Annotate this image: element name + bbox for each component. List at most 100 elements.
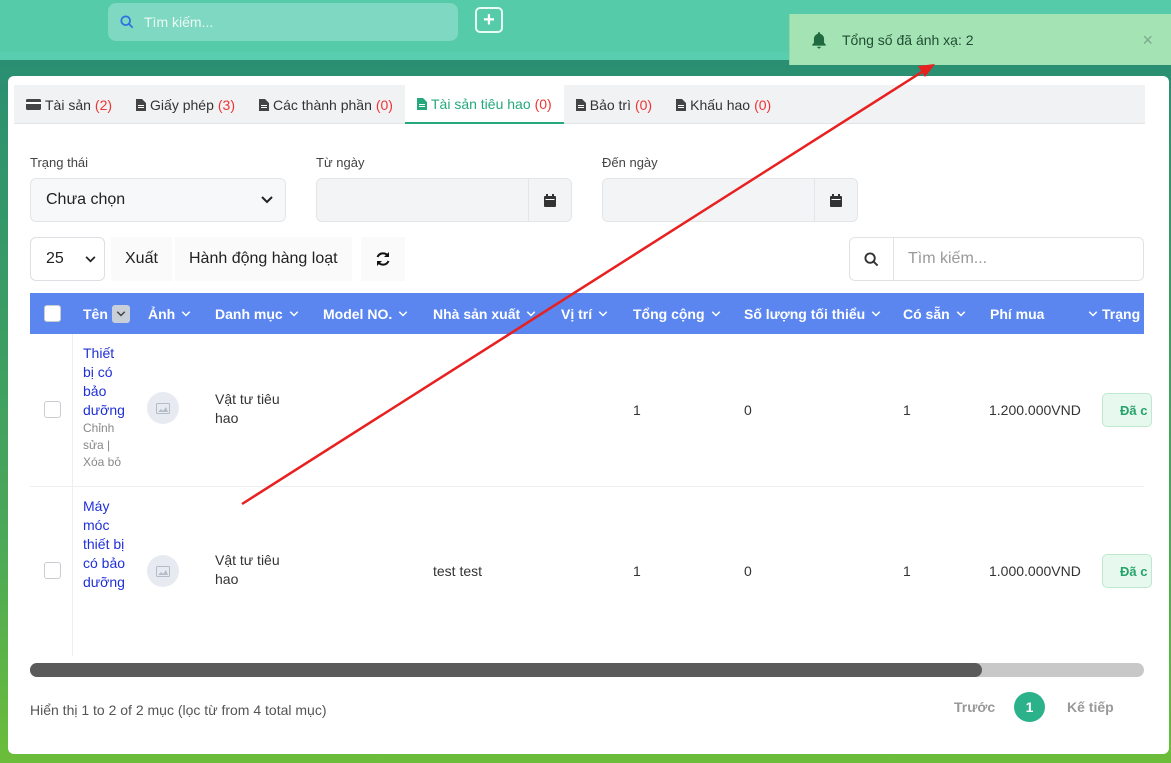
column-header-name[interactable]: Tên [83,293,130,334]
column-header-image[interactable]: Ảnh [148,293,191,334]
category-cell: Vật tư tiêu hao [215,390,280,428]
item-thumbnail [147,555,179,587]
table-search-placeholder: Tìm kiếm... [908,250,988,267]
tab-label: Khấu hao [690,96,751,113]
name-line: bảo [83,383,107,399]
notification-toast: Tổng số đã ánh xạ: 2 × [789,14,1171,65]
chevron-down-icon [181,310,191,317]
from-date-picker-button[interactable] [528,179,571,221]
to-date-picker-button[interactable] [814,179,857,221]
chevron-down-icon [871,310,881,317]
bulk-actions-button[interactable]: Hành động hàng loạt [175,237,352,281]
checkbox-box [44,562,61,579]
status-filter-select[interactable]: Chưa chọn [30,178,286,222]
column-header-total[interactable]: Tổng cộng [633,293,721,334]
toast-message: Tổng số đã ánh xạ: 2 [842,31,974,48]
row-checkbox[interactable] [44,562,61,579]
global-search-input[interactable]: Tìm kiếm... [108,3,458,41]
name-line: dưỡng [83,402,125,418]
column-label: Vị trí [561,305,593,322]
column-label: Danh mục [215,305,283,322]
column-label: Phí mua [990,305,1045,322]
table-search-button[interactable] [850,238,894,280]
column-header-category[interactable]: Danh mục [215,293,299,334]
status-badge[interactable]: Đã c [1102,393,1152,427]
item-thumbnail [147,392,179,424]
chevron-down-icon [956,310,965,317]
available-cell: 1 [903,563,911,579]
category-cell: Vật tư tiêu hao [215,551,280,589]
tab-consumables[interactable]: Tài sản tiêu hao (0) [404,85,564,124]
toast-close-button[interactable]: × [1142,30,1153,51]
item-name-link[interactable]: Thiết bị có bảo dưỡng [83,344,135,420]
select-all-checkbox[interactable] [44,293,61,334]
to-date-input[interactable] [602,178,858,222]
cost-cell: 1.000.000VND [989,563,1081,579]
prev-page-button[interactable]: Trước [954,692,995,722]
chevron-down-icon [116,310,126,317]
manufacturer-cell: test test [433,563,483,579]
export-button[interactable]: Xuất [111,237,172,281]
column-header-min-qty[interactable]: Số lượng tối thiểu [744,293,881,334]
edit-link[interactable]: Chỉnh [83,420,135,437]
item-name-link[interactable]: Máy móc thiết bị có bảo dưỡng [83,497,135,592]
sort-toggle[interactable] [111,304,130,323]
column-header-model[interactable]: Model NO. [323,293,408,334]
column-header-status[interactable]: Trạng [1102,293,1140,334]
calendar-icon [544,193,556,207]
tab-count: (0) [375,96,393,113]
tab-count: (3) [217,96,235,113]
status-filter-value: Chưa chọn [46,191,126,208]
name-line: Máy [83,498,110,514]
main-card: Tài sản (2) Giấy phép (3) Các thành phần (0… [8,76,1169,754]
next-page-button[interactable]: Kế tiếp [1067,692,1114,722]
column-label: Tổng cộng [633,305,705,322]
refresh-button[interactable] [361,237,405,281]
column-header-manufacturer[interactable]: Nhà sản xuất [433,293,536,334]
tab-licenses[interactable]: Giấy phép (3) [124,85,247,124]
add-button[interactable]: + [475,7,503,33]
row-checkbox[interactable] [44,401,61,418]
tab-count: (2) [94,96,113,113]
chevron-down-icon [289,310,298,317]
chevron-down-icon [1089,310,1098,317]
horizontal-scrollbar[interactable] [30,663,1144,677]
column-header-location[interactable]: Vị trí [561,293,608,334]
tab-components[interactable]: Các thành phần (0) [247,85,405,124]
tab-maintenance[interactable]: Bảo trì (0) [564,85,664,124]
from-date-label: Từ ngày [316,155,365,170]
image-icon [156,565,170,577]
from-date-input[interactable] [316,178,572,222]
edit-link-continued[interactable]: sửa | [83,437,135,454]
page-1-button[interactable]: 1 [1014,692,1045,722]
table-search-input[interactable]: Tìm kiếm... [849,237,1144,281]
credit-card-icon [26,99,41,110]
min-qty-cell: 0 [744,402,752,418]
status-filter-label: Trạng thái [30,155,89,170]
delete-link[interactable]: Xóa bỏ [83,454,135,471]
category-line: hao [215,571,239,587]
file-icon [676,98,687,111]
available-cell: 1 [903,402,911,418]
name-line: móc [83,517,110,533]
tab-count: (0) [534,95,552,112]
tab-assets[interactable]: Tài sản (2) [14,85,124,124]
min-qty-cell: 0 [744,563,752,579]
file-icon [575,98,586,111]
to-date-label: Đến ngày [602,155,658,170]
name-cell: Máy móc thiết bị có bảo dưỡng [83,497,135,592]
status-badge[interactable]: Đã c [1102,554,1152,588]
image-icon [156,402,170,414]
column-header-cost[interactable]: Phí mua [990,293,1098,334]
table-row: Máy móc thiết bị có bảo dưỡng Vật tư tiê… [30,487,1152,657]
scrollbar-thumb[interactable] [30,663,982,677]
name-line: bị có [83,364,113,380]
chevron-down-icon [398,310,408,317]
total-cell: 1 [633,402,641,418]
pagination-info: Hiển thị 1 to 2 of 2 mục (lọc từ from 4 … [30,702,327,718]
cost-cell: 1.200.000VND [989,402,1081,418]
tab-depreciation[interactable]: Khấu hao (0) [664,85,783,124]
column-header-available[interactable]: Có sẵn [903,293,966,334]
page-size-select[interactable]: 25 [30,237,105,281]
column-label: Ảnh [148,305,176,322]
